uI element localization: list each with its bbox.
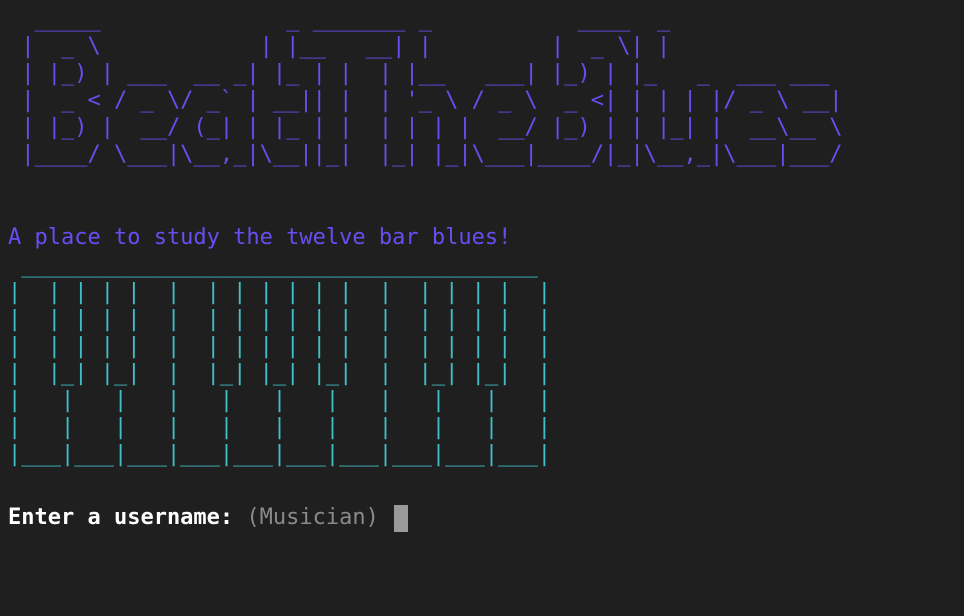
terminal-window[interactable]: _____ _ _______ _ ____ _ | _ \ | |__ __|… [0,0,964,616]
username-prompt-line[interactable]: Enter a username: (Musician) [8,503,409,533]
tagline-text: A place to study the twelve bar blues! [8,225,512,250]
ascii-title-banner: _____ _ _______ _ ____ _ | _ \ | |__ __|… [21,7,843,167]
username-default-value: (Musician) [246,505,379,530]
text-cursor[interactable] [394,504,409,532]
username-prompt-label: Enter a username: [8,505,234,530]
ascii-piano-keyboard: _______________________________________ … [8,253,552,467]
